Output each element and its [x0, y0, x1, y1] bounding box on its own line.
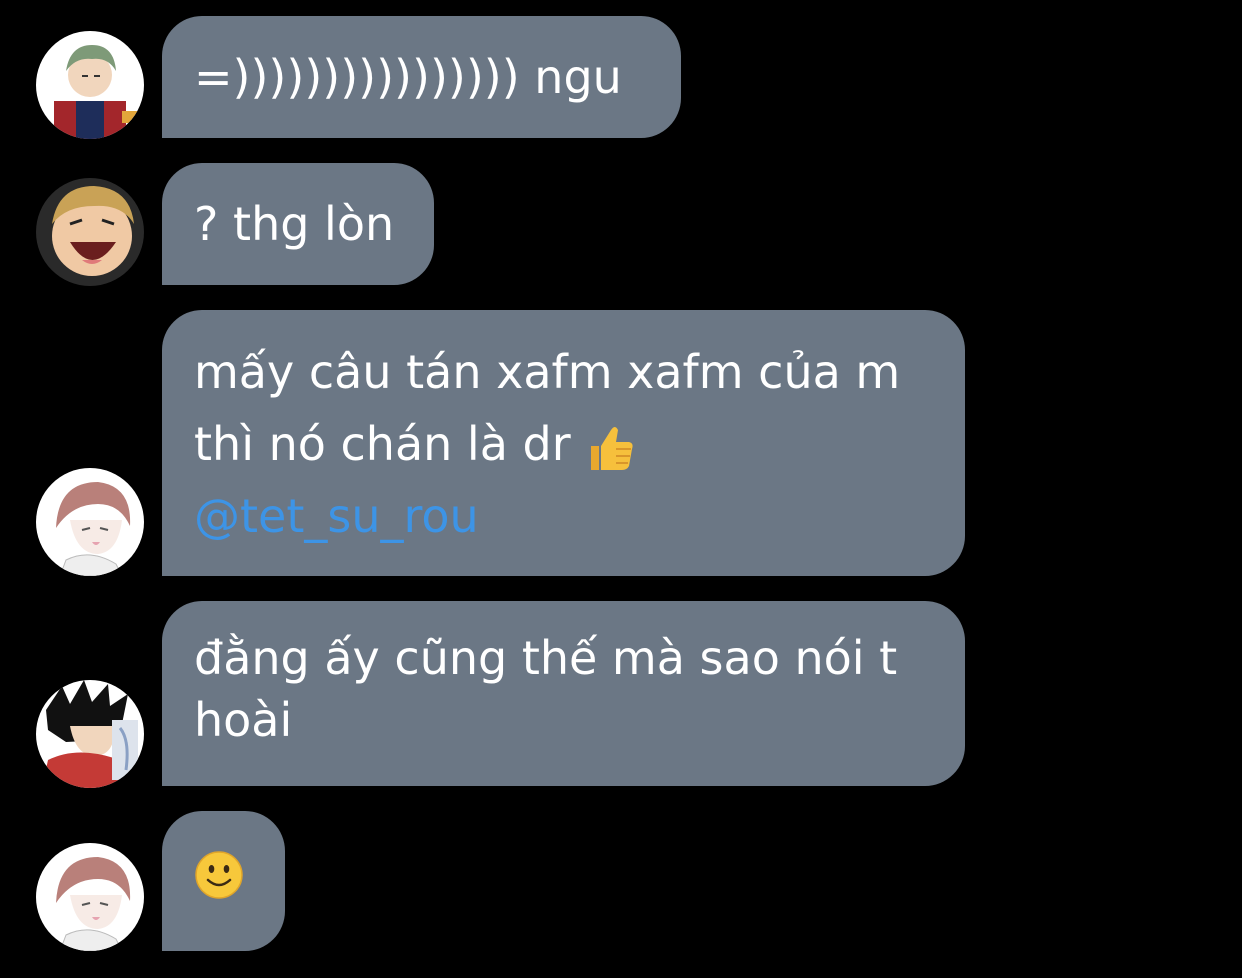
message-text-line-2: hoài: [194, 693, 293, 747]
message-bubble-4[interactable]: đằng ấy cũng thế mà sao nói t hoài: [162, 601, 965, 786]
message-text: ? thg lòn: [194, 197, 395, 251]
sender-avatar-5[interactable]: [36, 843, 144, 951]
message-text: =)))))))))))))))) ngu: [194, 50, 622, 104]
laughing-blond-character-avatar: [36, 178, 144, 286]
green-haired-character-avatar: [36, 31, 144, 139]
message-bubble-1[interactable]: =)))))))))))))))) ngu: [162, 16, 681, 138]
message-bubble-2[interactable]: ? thg lòn: [162, 163, 434, 285]
sender-avatar-4[interactable]: [36, 680, 144, 788]
message-text-line-2: thì nó chán là dr: [194, 417, 571, 471]
slightly-smiling-face-icon: [195, 851, 243, 899]
brown-haired-character-avatar: [36, 843, 144, 951]
message-bubble-3[interactable]: mấy câu tán xafm xafm của m thì nó chán …: [162, 310, 965, 576]
message-text-line-1: đằng ấy cũng thế mà sao nói t: [194, 631, 898, 685]
thumbs-up-icon: [591, 426, 633, 470]
sender-avatar-1[interactable]: [36, 31, 144, 139]
brown-haired-character-avatar: [36, 468, 144, 576]
sender-avatar-2[interactable]: [36, 178, 144, 286]
black-haired-character-avatar: [36, 680, 144, 788]
mention-link[interactable]: @tet_su_rou: [194, 480, 933, 552]
message-bubble-5[interactable]: [162, 811, 285, 951]
sender-avatar-3[interactable]: [36, 468, 144, 576]
message-text-line-1: mấy câu tán xafm xafm của m: [194, 345, 901, 399]
